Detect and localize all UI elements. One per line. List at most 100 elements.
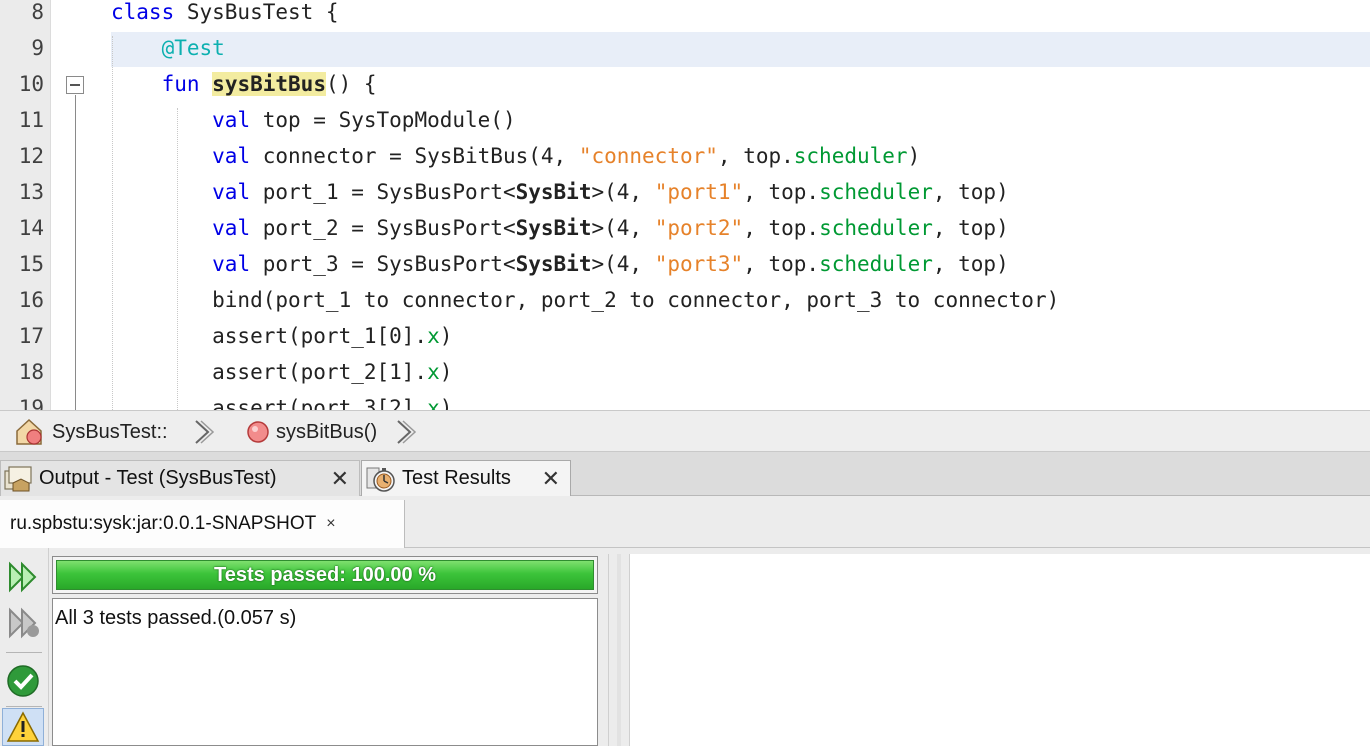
code-token: connector = SysBitBus(4, <box>250 144 579 168</box>
code-text: bind(port_1 to connector, port_2 to conn… <box>111 284 1059 316</box>
code-token: assert(port_3[2]. <box>111 396 428 410</box>
code-text: class SysBusTest { <box>111 0 339 28</box>
code-token: x <box>427 360 440 384</box>
code-token: SysBit <box>515 216 592 240</box>
code-token: ) <box>907 144 921 168</box>
code-token: assert(port_1[0]. <box>111 324 428 348</box>
code-token: sysBitBus <box>212 72 326 96</box>
code-text: val port_2 = SysBusPort<SysBit>(4, "port… <box>111 212 1009 244</box>
code-text: val top = SysTopModule() <box>111 104 516 136</box>
code-token: >(4, <box>591 180 655 204</box>
navigation-breadcrumb: SysBusTest:: sysBitBus() <box>0 410 1370 452</box>
code-line[interactable]: 11 val top = SysTopModule() <box>0 104 1370 140</box>
code-token: val <box>212 252 251 276</box>
close-icon[interactable]: ✕ <box>542 467 560 491</box>
code-token: val <box>212 144 251 168</box>
line-number: 11 <box>18 108 44 132</box>
code-token: scheduler <box>819 216 933 240</box>
toolbar-separator <box>6 652 42 653</box>
close-icon[interactable]: ✕ <box>331 467 349 491</box>
code-editor[interactable]: 8 class SysBusTest {9 @Test 10 fun sysBitB… <box>0 0 1370 410</box>
code-token: port_2 = SysBusPort< <box>250 216 516 240</box>
code-text: fun sysBitBus() { <box>111 68 377 100</box>
splitter-handle[interactable] <box>617 554 621 746</box>
code-line[interactable]: 18 assert(port_2[1].x) <box>0 356 1370 392</box>
line-number: 14 <box>18 216 44 240</box>
show-passed-icon[interactable] <box>4 662 42 700</box>
line-number: 17 <box>18 324 44 348</box>
chevron-right-icon[interactable] <box>192 419 214 445</box>
code-token: "port1" <box>654 180 744 204</box>
code-token: assert(port_2[1]. <box>111 360 428 384</box>
fold-toggle-icon[interactable] <box>66 76 84 94</box>
test-results-subtabbar: ru.spbstu:sysk:jar:0.0.1-SNAPSHOT × <box>0 496 1370 548</box>
code-token: x <box>427 324 440 348</box>
line-number: 9 <box>31 36 44 60</box>
code-text: assert(port_3[2].x) <box>111 392 452 410</box>
tab-output[interactable]: Output - Test (SysBusTest) ✕ <box>0 460 360 496</box>
breadcrumb-method[interactable]: sysBitBus() <box>246 419 377 445</box>
code-text: assert(port_2[1].x) <box>111 356 452 388</box>
output-icon <box>4 465 32 491</box>
code-line[interactable]: 16 bind(port_1 to connector, port_2 to c… <box>0 284 1370 320</box>
code-text: val connector = SysBitBus(4, "connector"… <box>111 140 920 172</box>
test-summary: All 3 tests passed.(0.057 s) <box>52 598 598 746</box>
progress-fill: Tests passed: 100.00 % <box>56 560 594 590</box>
code-token: ) <box>439 396 453 410</box>
code-line[interactable]: 17 assert(port_1[0].x) <box>0 320 1370 356</box>
subtab-test-run[interactable]: ru.spbstu:sysk:jar:0.0.1-SNAPSHOT × <box>0 500 405 548</box>
test-results-panel: Tests passed: 100.00 % All 3 tests passe… <box>0 548 1370 746</box>
fold-range-line <box>75 95 76 410</box>
code-token: fun <box>161 72 200 96</box>
code-token: port_1 = SysBusPort< <box>250 180 516 204</box>
tab-test-results[interactable]: Test Results ✕ <box>361 460 571 496</box>
code-token: scheduler <box>793 144 908 168</box>
code-token: SysBit <box>515 252 592 276</box>
code-line[interactable]: 19 assert(port_3[2].x) <box>0 392 1370 410</box>
tab-test-results-label: Test Results <box>402 467 511 489</box>
current-line-highlight <box>111 32 1370 67</box>
subtab-test-run-label: ru.spbstu:sysk:jar:0.0.1-SNAPSHOT <box>10 513 317 534</box>
code-line[interactable]: 9 @Test <box>0 32 1370 68</box>
results-splitter[interactable] <box>608 554 630 746</box>
line-number: 16 <box>18 288 44 312</box>
code-token: top = SysTopModule() <box>250 108 516 132</box>
code-token: "port2" <box>654 216 744 240</box>
code-token: x <box>427 396 440 410</box>
indent-guide <box>177 108 178 410</box>
code-token: "connector" <box>578 144 718 168</box>
code-token: "port3" <box>654 252 744 276</box>
chevron-right-icon[interactable] <box>394 419 416 445</box>
code-line[interactable]: 13 val port_1 = SysBusPort<SysBit>(4, "p… <box>0 176 1370 212</box>
code-token: scheduler <box>819 180 933 204</box>
close-icon[interactable]: × <box>326 515 335 533</box>
code-line[interactable]: 8 class SysBusTest { <box>0 0 1370 32</box>
rerun-failed-icon[interactable] <box>4 604 42 642</box>
warning-icon <box>6 711 40 742</box>
code-token: , top. <box>743 252 820 276</box>
code-line[interactable]: 12 val connector = SysBitBus(4, "connect… <box>0 140 1370 176</box>
line-number: 13 <box>18 180 44 204</box>
indent-guide <box>112 36 113 410</box>
show-warnings-toggle[interactable] <box>2 708 44 746</box>
test-results-toolbar <box>0 548 49 746</box>
line-number: 12 <box>18 144 44 168</box>
code-token: class <box>111 0 175 24</box>
code-token: val <box>212 108 251 132</box>
code-token: >(4, <box>591 252 655 276</box>
code-text: assert(port_1[0].x) <box>111 320 452 352</box>
method-icon <box>247 421 269 443</box>
code-line[interactable]: 15 val port_3 = SysBusPort<SysBit>(4, "p… <box>0 248 1370 284</box>
code-line[interactable]: 10 fun sysBitBus() { <box>0 68 1370 104</box>
rerun-icon[interactable] <box>4 558 42 596</box>
breadcrumb-class[interactable]: SysBusTest:: <box>14 418 168 445</box>
tab-output-label: Output - Test (SysBusTest) <box>39 467 277 489</box>
code-line[interactable]: 14 val port_2 = SysBusPort<SysBit>(4, "p… <box>0 212 1370 248</box>
